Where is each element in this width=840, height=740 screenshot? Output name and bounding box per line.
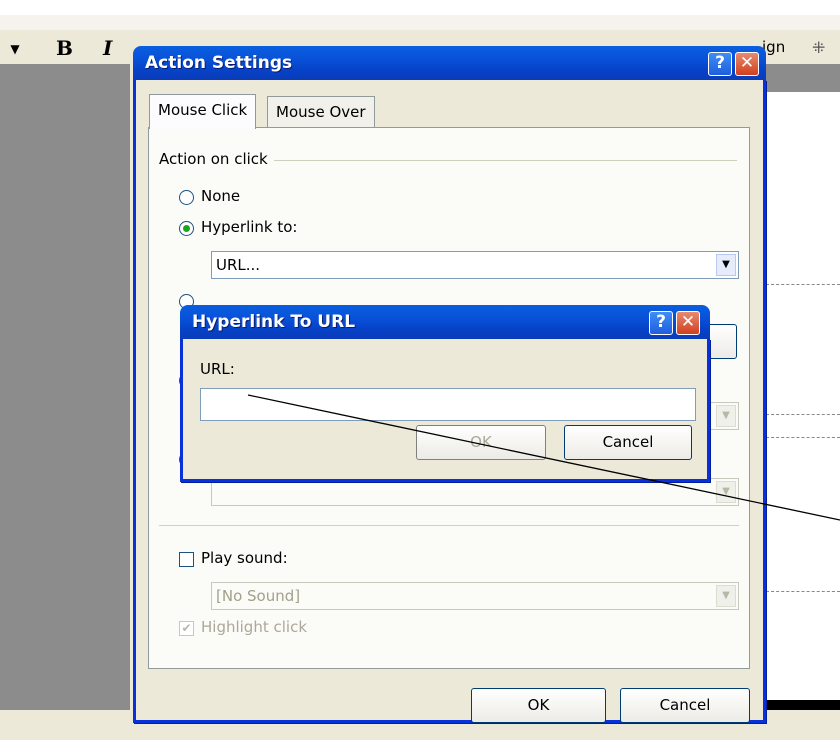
object-action-select[interactable]: ▼ <box>211 478 739 506</box>
placeholder-border <box>766 437 840 438</box>
ok-button[interactable]: OK <box>471 688 606 723</box>
chevron-down-icon[interactable]: ▼ <box>716 405 736 427</box>
tab-mouse-over[interactable]: Mouse Over <box>267 96 375 127</box>
radio-hyperlink[interactable] <box>179 221 194 236</box>
dialog-title: Action Settings <box>145 53 293 73</box>
play-sound-checkbox[interactable] <box>179 552 194 567</box>
tab-mouse-click[interactable]: Mouse Click <box>149 94 257 129</box>
group-label-action-on-click: Action on click <box>159 150 274 168</box>
highlight-click-label[interactable]: Highlight click <box>201 618 307 636</box>
help-icon[interactable]: ? <box>649 311 673 335</box>
hyperlink-dialog-title: Hyperlink To URL <box>192 312 356 332</box>
app-toolbar <box>0 0 840 31</box>
hyperlink-dialog-titlebar[interactable]: Hyperlink To URL ? ✕ <box>180 305 710 339</box>
radio-hyperlink-label[interactable]: Hyperlink to: <box>201 218 297 236</box>
play-sound-label[interactable]: Play sound: <box>201 549 288 567</box>
radio-none-label[interactable]: None <box>201 187 240 205</box>
bold-button[interactable]: B <box>56 36 73 60</box>
hyperlink-to-url-dialog: Hyperlink To URL ? ✕ URL: OK Cancel <box>180 305 710 482</box>
section-divider <box>159 525 739 526</box>
action-settings-titlebar[interactable]: Action Settings ? ✕ <box>133 46 766 80</box>
toolbar-top-strip <box>0 0 840 15</box>
slide-bottom-edge <box>760 700 840 710</box>
sound-select-value: [No Sound] <box>216 587 301 605</box>
chevron-down-icon[interactable]: ▼ <box>716 481 736 503</box>
chevron-down-icon[interactable]: ▼ <box>716 585 736 607</box>
url-label: URL: <box>200 360 235 378</box>
highlight-click-checkbox[interactable]: ✔ <box>179 621 194 636</box>
chevron-down-icon[interactable]: ▼ <box>716 254 736 276</box>
placeholder-border <box>766 591 840 592</box>
help-icon[interactable]: ? <box>708 52 732 76</box>
italic-button[interactable]: I <box>103 36 112 60</box>
placeholder-border <box>766 414 840 415</box>
hyperlink-select[interactable]: URL... ▼ <box>211 251 739 279</box>
ok-button[interactable]: OK <box>416 425 546 460</box>
url-input[interactable] <box>200 388 696 421</box>
slide-canvas[interactable] <box>764 92 840 712</box>
sound-select[interactable]: [No Sound] ▼ <box>211 582 739 610</box>
font-size-dropdown-arrow[interactable]: ▼ <box>4 38 26 60</box>
hyperlink-select-value: URL... <box>216 256 261 274</box>
close-icon[interactable]: ✕ <box>735 52 759 76</box>
cancel-button[interactable]: Cancel <box>620 688 750 723</box>
radio-none[interactable] <box>179 190 194 205</box>
cancel-button[interactable]: Cancel <box>564 425 692 460</box>
workspace-background <box>0 64 130 710</box>
close-icon[interactable]: ✕ <box>676 311 700 335</box>
design-icon[interactable]: ⁜ <box>812 38 825 57</box>
placeholder-border <box>766 284 840 285</box>
